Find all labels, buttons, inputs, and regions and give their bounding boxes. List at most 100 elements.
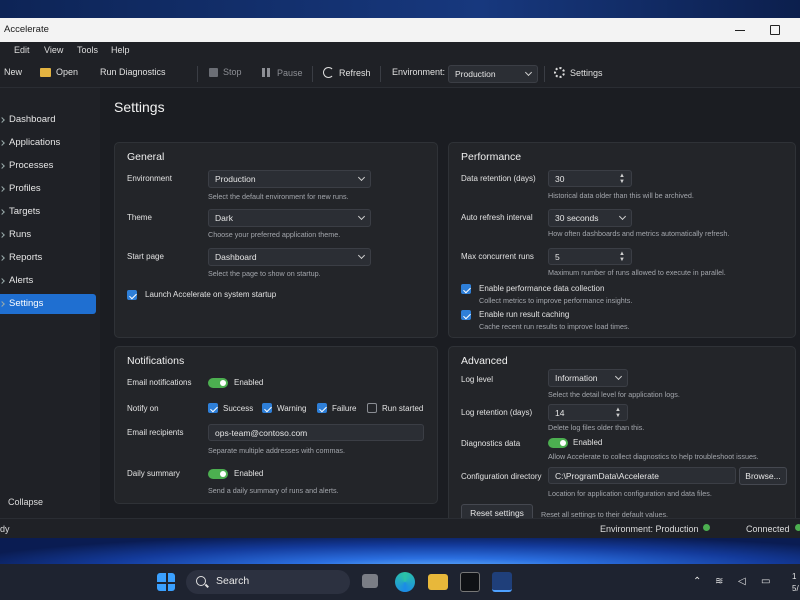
- sidebar-item-alerts[interactable]: Alerts: [0, 271, 96, 291]
- perf-collection-checkbox[interactable]: [461, 284, 471, 294]
- email-notifications-toggle[interactable]: [208, 378, 228, 388]
- notify-failure-label: Failure: [332, 404, 357, 413]
- log-retention-stepper[interactable]: 14 ▲ ▼: [548, 404, 628, 421]
- menu-help[interactable]: Help: [111, 45, 130, 55]
- perf-collection-label: Enable performance data collection: [479, 284, 605, 293]
- concurrent-runs-value: 5: [555, 252, 560, 262]
- sidebar: Dashboard Applications Processes Profile…: [0, 88, 100, 518]
- sidebar-item-targets[interactable]: Targets: [0, 202, 96, 222]
- caching-checkbox[interactable]: [461, 310, 471, 320]
- terminal-icon[interactable]: [460, 572, 480, 592]
- desktop-wallpaper-bottom: [0, 538, 800, 564]
- menu-edit[interactable]: Edit: [14, 45, 30, 55]
- email-recipients-label: Email recipients: [127, 428, 184, 437]
- email-recipients-input[interactable]: ops-team@contoso.com: [208, 424, 424, 441]
- search-icon: [196, 576, 206, 586]
- new-button[interactable]: New: [4, 67, 22, 77]
- windows-start-icon[interactable]: [157, 573, 175, 591]
- log-level-hint: Select the detail level for application …: [548, 390, 680, 399]
- volume-icon[interactable]: ◁: [738, 576, 746, 587]
- sidebar-item-runs[interactable]: Runs: [0, 225, 96, 245]
- notify-success-checkbox[interactable]: [208, 403, 218, 413]
- chevron-down-icon: [614, 372, 623, 381]
- log-retention-hint: Delete log files older than this.: [548, 423, 645, 432]
- toolbar-divider: [312, 66, 313, 82]
- start-page-value: Dashboard: [215, 252, 257, 262]
- notify-failure-checkbox[interactable]: [317, 403, 327, 413]
- desktop-wallpaper-top: [0, 0, 800, 18]
- theme-hint: Choose your preferred application theme.: [208, 230, 341, 239]
- menu-bar: Edit View Tools Help: [0, 42, 800, 60]
- spin-arrows-icon[interactable]: ▲ ▼: [619, 173, 625, 185]
- menu-view[interactable]: View: [44, 45, 63, 55]
- sidebar-item-dashboard[interactable]: Dashboard: [0, 110, 96, 130]
- taskbar-search[interactable]: Search: [186, 570, 350, 594]
- log-level-select[interactable]: Information: [548, 369, 628, 387]
- connection-status-dot: [795, 524, 800, 531]
- concurrent-runs-stepper[interactable]: 5 ▲ ▼: [548, 248, 632, 265]
- sidebar-item-reports[interactable]: Reports: [0, 248, 96, 268]
- chevron-down-icon: [357, 212, 366, 221]
- battery-icon[interactable]: ▭: [761, 576, 770, 587]
- accelerate-app-icon[interactable]: [492, 572, 512, 592]
- sidebar-item-settings[interactable]: Settings: [0, 294, 96, 314]
- maximize-icon[interactable]: [767, 22, 783, 38]
- task-view-icon[interactable]: [362, 574, 378, 588]
- open-button[interactable]: Open: [40, 67, 78, 77]
- refresh-interval-select[interactable]: 30 seconds: [548, 209, 632, 227]
- caching-hint: Cache recent run results to improve load…: [479, 322, 630, 331]
- retention-label: Data retention (days): [461, 174, 536, 183]
- stop-button[interactable]: Stop: [209, 67, 242, 77]
- file-explorer-icon[interactable]: [428, 574, 448, 590]
- wifi-icon[interactable]: ≋: [715, 576, 723, 587]
- spin-arrows-icon[interactable]: ▲ ▼: [615, 407, 621, 419]
- config-dir-input[interactable]: C:\ProgramData\Accelerate: [548, 467, 736, 484]
- theme-select[interactable]: Dark: [208, 209, 371, 227]
- menu-tools[interactable]: Tools: [77, 45, 98, 55]
- pause-button[interactable]: Pause: [261, 67, 303, 78]
- daily-summary-label: Daily summary: [127, 469, 180, 478]
- environment-select[interactable]: Production: [448, 65, 538, 83]
- chevron-up-icon[interactable]: ⌃: [693, 576, 701, 587]
- sidebar-item-processes[interactable]: Processes: [0, 156, 96, 176]
- concurrent-runs-label: Max concurrent runs: [461, 252, 534, 261]
- sidebar-item-applications[interactable]: Applications: [0, 133, 96, 153]
- settings-button[interactable]: Settings: [554, 67, 603, 78]
- email-recipients-value: ops-team@contoso.com: [215, 428, 308, 438]
- toolbar: New Open Run Diagnostics Stop Pause Refr…: [0, 60, 800, 88]
- clock-date[interactable]: 5/: [792, 584, 799, 593]
- diagnostics-data-toggle[interactable]: [548, 438, 568, 448]
- sidebar-item-profiles[interactable]: Profiles: [0, 179, 96, 199]
- spin-arrows-icon[interactable]: ▲ ▼: [619, 251, 625, 263]
- notify-run-started-checkbox[interactable]: [367, 403, 377, 413]
- environment-field-label: Environment: [127, 174, 172, 183]
- general-card: General Environment Production Select th…: [114, 142, 438, 338]
- refresh-interval-value: 30 seconds: [555, 213, 599, 223]
- edge-browser-icon[interactable]: [395, 572, 415, 592]
- default-environment-select[interactable]: Production: [208, 170, 371, 188]
- start-page-select[interactable]: Dashboard: [208, 248, 371, 266]
- launch-on-startup-checkbox[interactable]: [127, 290, 137, 300]
- notifications-card: Notifications Email notifications Enable…: [114, 346, 438, 504]
- refresh-icon: [323, 67, 334, 78]
- retention-stepper[interactable]: 30 ▲ ▼: [548, 170, 632, 187]
- config-dir-value: C:\ProgramData\Accelerate: [555, 471, 659, 481]
- pause-label: Pause: [277, 67, 303, 78]
- minimize-icon[interactable]: [732, 22, 748, 38]
- start-page-hint: Select the page to show on startup.: [208, 269, 321, 278]
- run-diagnostics-button[interactable]: Run Diagnostics: [100, 67, 166, 77]
- environment-status-dot: [703, 524, 710, 531]
- clock-time[interactable]: 1: [792, 572, 796, 581]
- refresh-button[interactable]: Refresh: [323, 67, 371, 78]
- browse-button[interactable]: Browse...: [739, 467, 787, 485]
- advanced-title: Advanced: [461, 355, 508, 367]
- collapse-button[interactable]: Collapse: [8, 497, 43, 507]
- stop-label: Stop: [223, 67, 242, 77]
- default-environment-value: Production: [215, 174, 256, 184]
- daily-summary-toggle[interactable]: [208, 469, 228, 479]
- taskbar: Search ⌃ ≋ ◁ ▭ 1 5/: [0, 564, 800, 600]
- page-title: Settings: [114, 99, 165, 115]
- notify-warning-checkbox[interactable]: [262, 403, 272, 413]
- toolbar-divider: [380, 66, 381, 82]
- title-bar[interactable]: Accelerate: [0, 18, 800, 42]
